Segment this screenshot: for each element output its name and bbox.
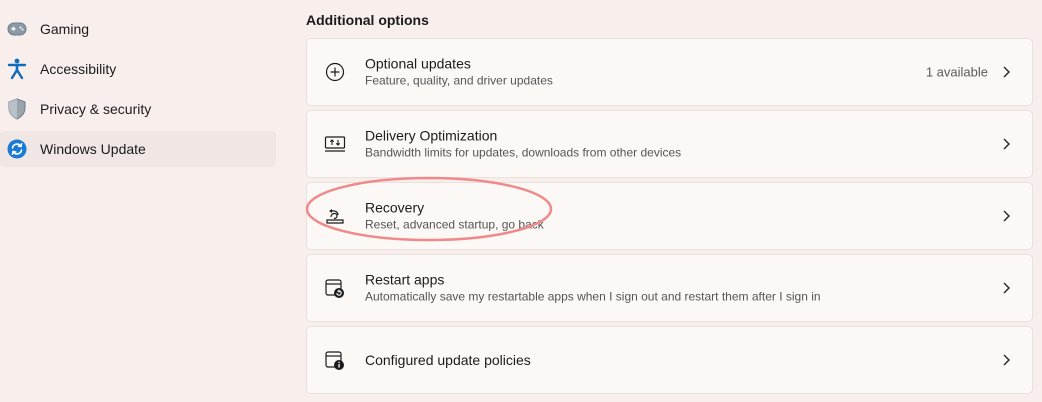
configured-update-policies-card[interactable]: Configured update policies — [306, 326, 1033, 394]
shield-icon — [6, 98, 28, 120]
card-title: Optional updates — [365, 55, 471, 72]
gamepad-icon — [6, 18, 28, 40]
sidebar-item-gaming[interactable]: Gaming — [0, 11, 276, 47]
sidebar: Gaming Accessibility Privacy & security — [0, 0, 282, 402]
main-content: Additional options Optional updates Feat… — [306, 0, 1034, 402]
restart-apps-card[interactable]: Restart apps Automatically save my resta… — [306, 254, 1033, 322]
accessibility-icon — [6, 58, 28, 80]
card-title: Recovery — [365, 199, 425, 216]
restart-apps-icon — [323, 276, 347, 300]
delivery-optimization-card[interactable]: Delivery Optimization Bandwidth limits f… — [306, 110, 1033, 178]
sidebar-item-windows-update[interactable]: Windows Update — [0, 131, 276, 167]
recovery-card[interactable]: Recovery Reset, advanced startup, go bac… — [306, 182, 1033, 250]
card-title: Configured update policies — [365, 352, 531, 368]
card-subtitle: Reset, advanced startup, go back — [365, 217, 544, 232]
card-title: Delivery Optimization — [365, 127, 498, 144]
card-subtitle: Automatically save my restartable apps w… — [365, 289, 821, 304]
sidebar-item-label: Privacy & security — [40, 101, 152, 117]
recovery-icon — [323, 204, 347, 228]
update-policies-icon — [323, 348, 347, 372]
chevron-right-icon — [1000, 210, 1012, 222]
sidebar-item-label: Accessibility — [40, 61, 117, 77]
card-subtitle: Feature, quality, and driver updates — [365, 73, 553, 88]
delivery-optimization-icon — [323, 132, 347, 156]
chevron-right-icon — [1000, 66, 1012, 78]
chevron-right-icon — [1000, 282, 1012, 294]
sidebar-item-label: Gaming — [40, 21, 90, 37]
sidebar-item-privacy-security[interactable]: Privacy & security — [0, 91, 276, 127]
plus-circle-icon — [323, 60, 347, 84]
card-title: Restart apps — [365, 271, 445, 288]
section-title: Additional options — [306, 12, 429, 28]
card-subtitle: Bandwidth limits for updates, downloads … — [365, 145, 682, 160]
sidebar-item-label: Windows Update — [40, 141, 146, 157]
chevron-right-icon — [1000, 138, 1012, 150]
chevron-right-icon — [1000, 354, 1012, 366]
windows-update-icon — [6, 138, 28, 160]
sidebar-item-accessibility[interactable]: Accessibility — [0, 51, 276, 87]
optional-updates-card[interactable]: Optional updates Feature, quality, and d… — [306, 38, 1033, 106]
status-text: 1 available — [925, 64, 988, 80]
